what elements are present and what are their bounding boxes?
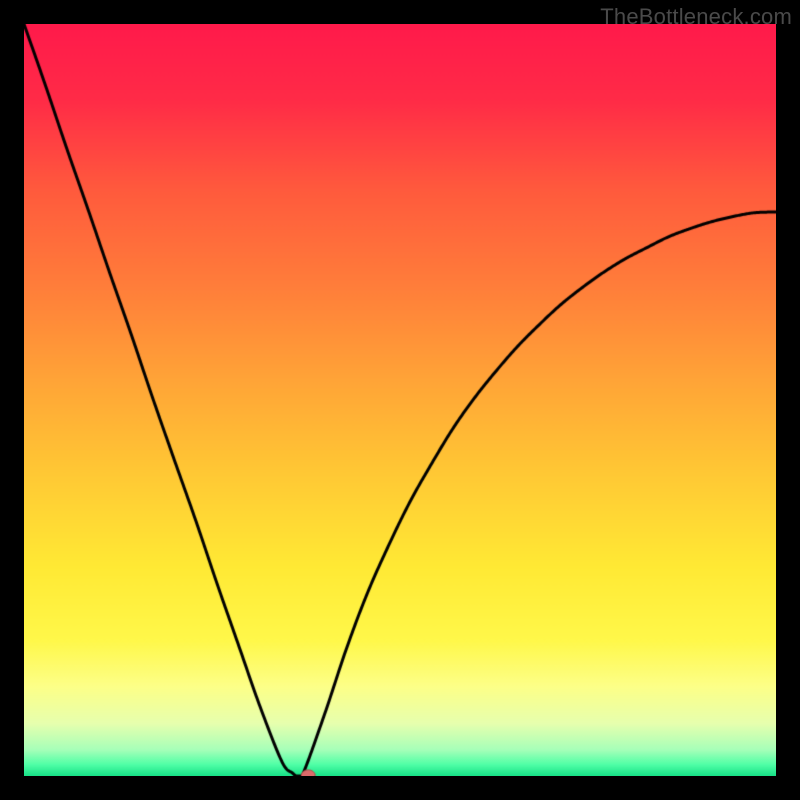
plot-area <box>24 24 776 776</box>
watermark-text: TheBottleneck.com <box>600 4 792 30</box>
bottleneck-curve-canvas <box>24 24 776 776</box>
